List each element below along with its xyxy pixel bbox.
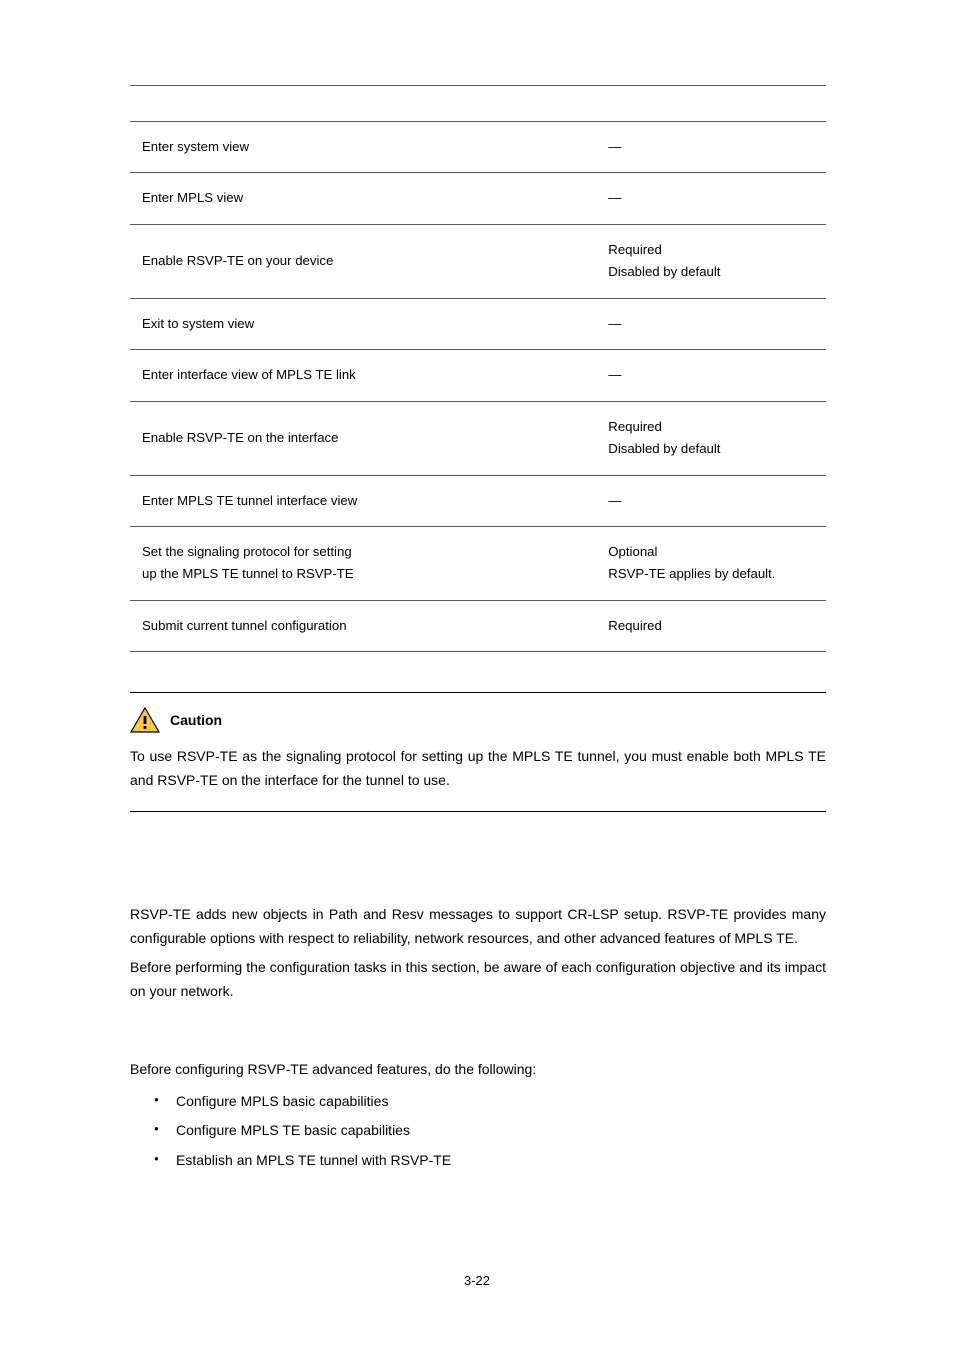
prereq-list: Configure MPLS basic capabilities Config… xyxy=(130,1090,826,1173)
table-row: Set the signaling protocol for setting u… xyxy=(130,526,826,600)
table-cell xyxy=(381,475,597,526)
table-cell: Enter MPLS view xyxy=(130,173,381,224)
table-cell xyxy=(381,173,597,224)
table-header xyxy=(596,86,826,122)
prereq-intro: Before configuring RSVP-TE advanced feat… xyxy=(130,1058,826,1082)
table-cell: Set the signaling protocol for setting u… xyxy=(130,526,381,600)
page-number: 3-22 xyxy=(0,1273,954,1288)
table-cell: Enter MPLS TE tunnel interface view xyxy=(130,475,381,526)
section-paragraph: Before performing the configuration task… xyxy=(130,955,826,1004)
table-cell: OptionalRSVP-TE applies by default. xyxy=(596,526,826,600)
table-row: Enter MPLS view — xyxy=(130,173,826,224)
table-cell: RequiredDisabled by default xyxy=(596,401,826,475)
table-cell xyxy=(381,600,597,651)
table-cell: RequiredDisabled by default xyxy=(596,224,826,298)
table-cell: — xyxy=(596,173,826,224)
caution-block: Caution To use RSVP-TE as the signaling … xyxy=(130,692,826,812)
table-cell: Enter interface view of MPLS TE link xyxy=(130,350,381,401)
table-row: Enable RSVP-TE on the interface RequiredD… xyxy=(130,401,826,475)
table-cell xyxy=(381,224,597,298)
table-cell: Enter system view xyxy=(130,122,381,173)
table-header xyxy=(130,86,381,122)
caution-text: To use RSVP-TE as the signaling protocol… xyxy=(130,745,826,793)
table-header xyxy=(381,86,597,122)
table-cell xyxy=(381,122,597,173)
table-row: Enter system view — xyxy=(130,122,826,173)
table-cell xyxy=(381,350,597,401)
table-cell: — xyxy=(596,298,826,349)
table-row: Enter interface view of MPLS TE link — xyxy=(130,350,826,401)
caution-label: Caution xyxy=(170,712,222,728)
table-cell xyxy=(381,401,597,475)
table-cell: Enable RSVP-TE on your device xyxy=(130,224,381,298)
table-row: Enable RSVP-TE on your device RequiredDis… xyxy=(130,224,826,298)
table-row: Enter MPLS TE tunnel interface view — xyxy=(130,475,826,526)
table-cell xyxy=(381,298,597,349)
table-cell xyxy=(381,526,597,600)
list-item: Configure MPLS TE basic capabilities xyxy=(154,1119,826,1143)
table-row: Exit to system view — xyxy=(130,298,826,349)
table-cell: — xyxy=(596,350,826,401)
caution-icon xyxy=(130,707,160,733)
table-cell: Submit current tunnel configuration xyxy=(130,600,381,651)
table-cell: Required xyxy=(596,600,826,651)
config-table: Enter system view—Enter MPLS view—Enable… xyxy=(130,85,826,652)
table-cell: — xyxy=(596,475,826,526)
table-cell: — xyxy=(596,122,826,173)
list-item: Configure MPLS basic capabilities xyxy=(154,1090,826,1114)
table-row: Submit current tunnel configuration Requi… xyxy=(130,600,826,651)
table-cell: Exit to system view xyxy=(130,298,381,349)
list-item: Establish an MPLS TE tunnel with RSVP-TE xyxy=(154,1149,826,1173)
table-cell: Enable RSVP-TE on the interface xyxy=(130,401,381,475)
section-paragraph: RSVP-TE adds new objects in Path and Res… xyxy=(130,902,826,951)
